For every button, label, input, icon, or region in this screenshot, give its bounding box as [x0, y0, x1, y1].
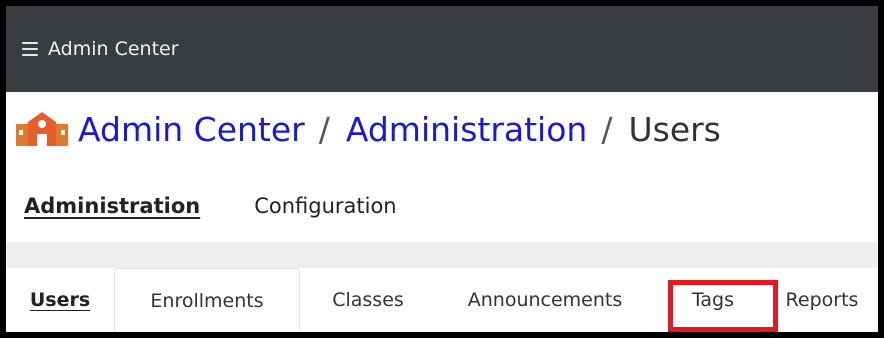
breadcrumb-separator: / [318, 110, 330, 149]
tab-announcements[interactable]: Announcements [436, 268, 654, 332]
top-bar: Admin Center [6, 6, 878, 92]
topbar-title: Admin Center [48, 38, 179, 60]
breadcrumb-administration[interactable]: Administration [346, 110, 587, 149]
tab-enrollments[interactable]: Enrollments [114, 268, 300, 332]
divider-band [6, 242, 878, 268]
breadcrumb-separator: / [601, 110, 613, 149]
breadcrumb-admin-center[interactable]: Admin Center [78, 110, 305, 149]
hamburger-menu-icon[interactable] [22, 42, 38, 56]
breadcrumb-users: Users [628, 110, 721, 149]
tags-highlight-box [668, 280, 778, 332]
sub-navigation: Administration Configuration [24, 194, 451, 218]
tab-users[interactable]: Users [6, 268, 114, 332]
tab-bar: Users Enrollments Classes Announcements … [6, 268, 878, 332]
school-building-icon [16, 111, 68, 146]
breadcrumb: Admin Center / Administration / Users [16, 110, 721, 149]
admin-center-page: Admin Center Admin Center / Administrati… [6, 6, 878, 332]
tab-reports[interactable]: Reports [772, 268, 872, 332]
subnav-configuration[interactable]: Configuration [254, 194, 396, 218]
tab-classes[interactable]: Classes [300, 268, 436, 332]
subnav-administration[interactable]: Administration [24, 194, 200, 218]
